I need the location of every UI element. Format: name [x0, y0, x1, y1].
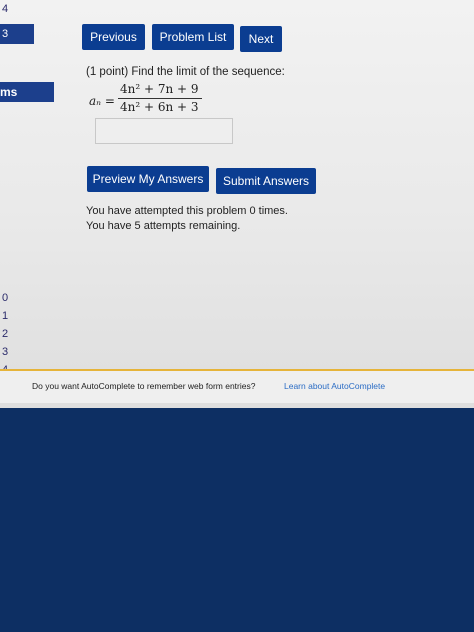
answer-input[interactable] [95, 118, 233, 144]
submit-answers-button[interactable]: Submit Answers [216, 168, 316, 194]
fraction-denominator: 4n² + 6n + 3 [120, 100, 199, 114]
fraction-numerator: 4n² + 7n + 9 [120, 82, 199, 96]
next-button[interactable]: Next [240, 26, 282, 52]
sidebar-number[interactable]: 0 [2, 292, 8, 304]
problem-prompt: (1 point) Find the limit of the sequence… [86, 66, 285, 78]
autocomplete-question: Do you want AutoComplete to remember web… [32, 381, 256, 391]
sidebar-number[interactable]: 2 [2, 328, 8, 340]
sidebar-heading: ms [0, 82, 54, 102]
browser-viewport: 4 3 ms 0 1 2 3 4 15 Previous Problem Lis… [0, 0, 474, 408]
problem-list-button[interactable]: Problem List [152, 24, 234, 50]
preview-answers-button[interactable]: Preview My Answers [87, 166, 209, 192]
attempts-status: You have attempted this problem 0 times. [86, 205, 288, 217]
attempts-remaining: You have 5 attempts remaining. [86, 220, 241, 232]
autocomplete-bar: Do you want AutoComplete to remember web… [0, 369, 474, 403]
sequence-label: aₙ = [89, 94, 115, 108]
sidebar-item-current[interactable]: 3 [0, 24, 34, 44]
sidebar-number: 4 [2, 3, 9, 15]
previous-button[interactable]: Previous [82, 24, 145, 50]
sidebar: 4 3 ms 0 1 2 3 4 15 [0, 0, 54, 408]
autocomplete-learn-link[interactable]: Learn about AutoComplete [284, 381, 385, 391]
sidebar-number[interactable]: 3 [2, 346, 8, 358]
fraction-bar [118, 98, 202, 99]
sidebar-number[interactable]: 1 [2, 310, 8, 322]
